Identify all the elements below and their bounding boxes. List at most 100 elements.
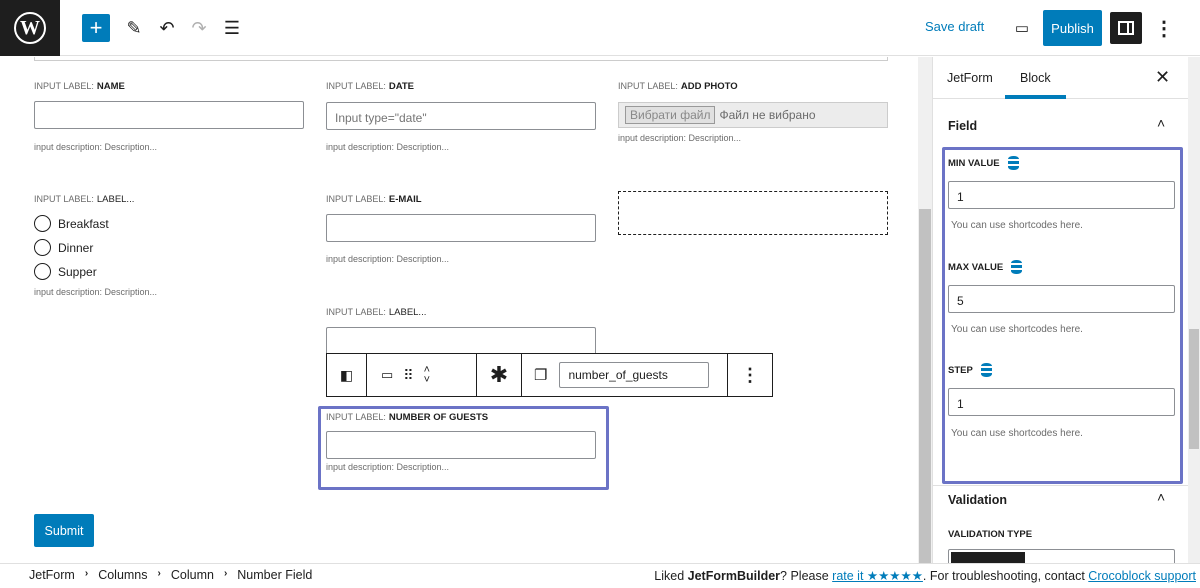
- more-vertical-icon: ⋮: [741, 364, 759, 385]
- validation-type-label: VALIDATION TYPE: [948, 529, 1033, 540]
- drag-handle-icon[interactable]: ⠿: [403, 367, 413, 384]
- support-link[interactable]: Crocoblock support: [1088, 569, 1196, 583]
- options-menu-button[interactable]: ⋮: [1150, 14, 1178, 42]
- rate-link[interactable]: rate it ★★★★★: [832, 569, 923, 583]
- parent-block-button[interactable]: ◧: [327, 354, 367, 396]
- copy-icon[interactable]: ❐: [534, 366, 547, 384]
- radio-circle[interactable]: [34, 239, 51, 256]
- radio-option-dinner[interactable]: Dinner: [34, 239, 93, 256]
- validation-type-selected: [951, 552, 1025, 563]
- undo-icon: ↶: [159, 17, 175, 38]
- add-block-button[interactable]: +: [82, 14, 110, 42]
- wordpress-icon: W: [14, 12, 46, 44]
- editor-canvas: INPUT LABEL: NAME input description: Desc…: [0, 57, 918, 563]
- breadcrumb: JetForm › Columns › Column › Number Field: [29, 568, 312, 582]
- move-up-down-icon[interactable]: ˄ ˅: [424, 365, 430, 386]
- field-name-input[interactable]: number_of_guests: [559, 362, 710, 388]
- edit-tools-button[interactable]: ✎: [120, 14, 148, 42]
- preview-button[interactable]: ▭: [1008, 14, 1036, 42]
- chevron-up-icon[interactable]: ˄: [1157, 115, 1165, 131]
- pencil-icon: ✎: [126, 17, 142, 38]
- tab-jetform[interactable]: JetForm: [947, 71, 993, 85]
- sidebar-tabs: JetForm Block ✕: [933, 57, 1200, 99]
- radio-option-breakfast[interactable]: Breakfast: [34, 215, 109, 232]
- file-status-text: Файл не вибрано: [719, 108, 816, 122]
- radio-option-supper[interactable]: Supper: [34, 263, 97, 280]
- database-icon[interactable]: [1007, 156, 1019, 170]
- document-overview-button[interactable]: ☰: [218, 14, 246, 42]
- breadcrumb-item[interactable]: JetForm: [29, 568, 75, 582]
- sidebar-icon: [1118, 21, 1134, 35]
- chevron-right-icon: ›: [84, 568, 89, 579]
- min-value-label: MIN VALUE: [948, 156, 1019, 170]
- scrollbar-thumb[interactable]: [1189, 329, 1199, 449]
- radio-circle[interactable]: [34, 263, 51, 280]
- previous-block-edge: [34, 57, 888, 61]
- canvas-scrollbar[interactable]: [918, 57, 932, 563]
- redo-button[interactable]: ↷: [185, 14, 213, 42]
- scrollbar-thumb[interactable]: [919, 209, 931, 563]
- database-icon[interactable]: [980, 363, 992, 377]
- date-input[interactable]: Input type="date": [326, 102, 596, 130]
- max-value-help: You can use shortcodes here.: [951, 324, 1083, 335]
- asterisk-icon: ✱: [489, 362, 509, 387]
- breadcrumb-item[interactable]: Columns: [98, 568, 147, 582]
- step-input[interactable]: 1: [948, 388, 1175, 416]
- block-options-button[interactable]: ⋮: [728, 354, 772, 396]
- min-value-input[interactable]: 1: [948, 181, 1175, 209]
- laptop-icon: ▭: [1014, 20, 1030, 37]
- email-field-label: INPUT LABEL: E-MAIL: [326, 194, 422, 205]
- text-input[interactable]: [326, 327, 596, 355]
- redo-icon: ↷: [191, 17, 207, 38]
- publish-button[interactable]: Publish: [1043, 10, 1102, 46]
- name-input[interactable]: [34, 101, 304, 129]
- field-name-group: ❐ number_of_guests: [522, 354, 728, 396]
- guests-field-label: INPUT LABEL: NUMBER OF GUESTS: [326, 412, 489, 423]
- tab-block[interactable]: Block: [1005, 71, 1065, 99]
- block-switcher[interactable]: ▭ ⠿ ˄ ˅: [367, 354, 477, 396]
- file-upload-field[interactable]: Вибрати файл Файл не вибрано: [618, 102, 888, 128]
- submit-button[interactable]: Submit: [34, 514, 94, 547]
- settings-sidebar: JetForm Block ✕ Field ˄ MIN VALUE 1 You …: [932, 57, 1200, 563]
- required-toggle-button[interactable]: ✱: [477, 354, 522, 396]
- max-value-label: MAX VALUE: [948, 260, 1023, 274]
- number-field-icon: ▭: [381, 367, 394, 382]
- radio-field-label: INPUT LABEL: LABEL...: [34, 194, 135, 205]
- guests-field-description: input description: Description...: [326, 462, 450, 472]
- sidebar-scrollbar[interactable]: [1188, 57, 1200, 563]
- date-field-description: input description: Description...: [326, 142, 450, 152]
- settings-toggle-button[interactable]: [1110, 12, 1142, 44]
- footer-bar: JetForm › Columns › Column › Number Field L…: [0, 563, 1200, 588]
- validation-panel-title[interactable]: Validation: [948, 493, 1007, 507]
- date-field-label: INPUT LABEL: DATE: [326, 81, 415, 92]
- max-value-input[interactable]: 5: [948, 285, 1175, 313]
- chevron-up-icon[interactable]: ˄: [1157, 489, 1165, 505]
- radio-circle[interactable]: [34, 215, 51, 232]
- step-label: STEP: [948, 363, 992, 377]
- rating-notice: Liked JetFormBuilder? Please rate it ★★★…: [654, 569, 1196, 583]
- empty-block-placeholder[interactable]: [618, 191, 888, 235]
- save-draft-button[interactable]: Save draft: [925, 19, 984, 34]
- validation-type-select[interactable]: [948, 549, 1175, 563]
- email-field-description: input description: Description...: [326, 254, 450, 264]
- photo-field-label: INPUT LABEL: ADD PHOTO: [618, 81, 738, 92]
- undo-button[interactable]: ↶: [153, 14, 181, 42]
- close-icon[interactable]: ✕: [1155, 67, 1170, 88]
- text-field-label: INPUT LABEL: LABEL...: [326, 307, 427, 318]
- choose-file-button[interactable]: Вибрати файл: [625, 106, 716, 124]
- number-of-guests-input[interactable]: [326, 431, 596, 459]
- wordpress-logo-button[interactable]: W: [0, 0, 60, 56]
- chevron-right-icon: ›: [223, 568, 228, 579]
- divider: [933, 485, 1200, 486]
- min-value-help: You can use shortcodes here.: [951, 220, 1083, 231]
- breadcrumb-item[interactable]: Number Field: [237, 568, 312, 582]
- block-toolbar: ◧ ▭ ⠿ ˄ ˅ ✱ ❐ number_of_guests ⋮: [326, 353, 773, 397]
- name-field-label: INPUT LABEL: NAME: [34, 81, 125, 92]
- field-panel-title[interactable]: Field: [948, 119, 977, 133]
- editor-header: W + ✎ ↶ ↷ ☰ Save draft ▭ Publish ⋮: [0, 0, 1200, 56]
- radio-field-description: input description: Description...: [34, 287, 158, 297]
- step-help: You can use shortcodes here.: [951, 428, 1083, 439]
- breadcrumb-item[interactable]: Column: [171, 568, 214, 582]
- database-icon[interactable]: [1011, 260, 1023, 274]
- email-input[interactable]: [326, 214, 596, 242]
